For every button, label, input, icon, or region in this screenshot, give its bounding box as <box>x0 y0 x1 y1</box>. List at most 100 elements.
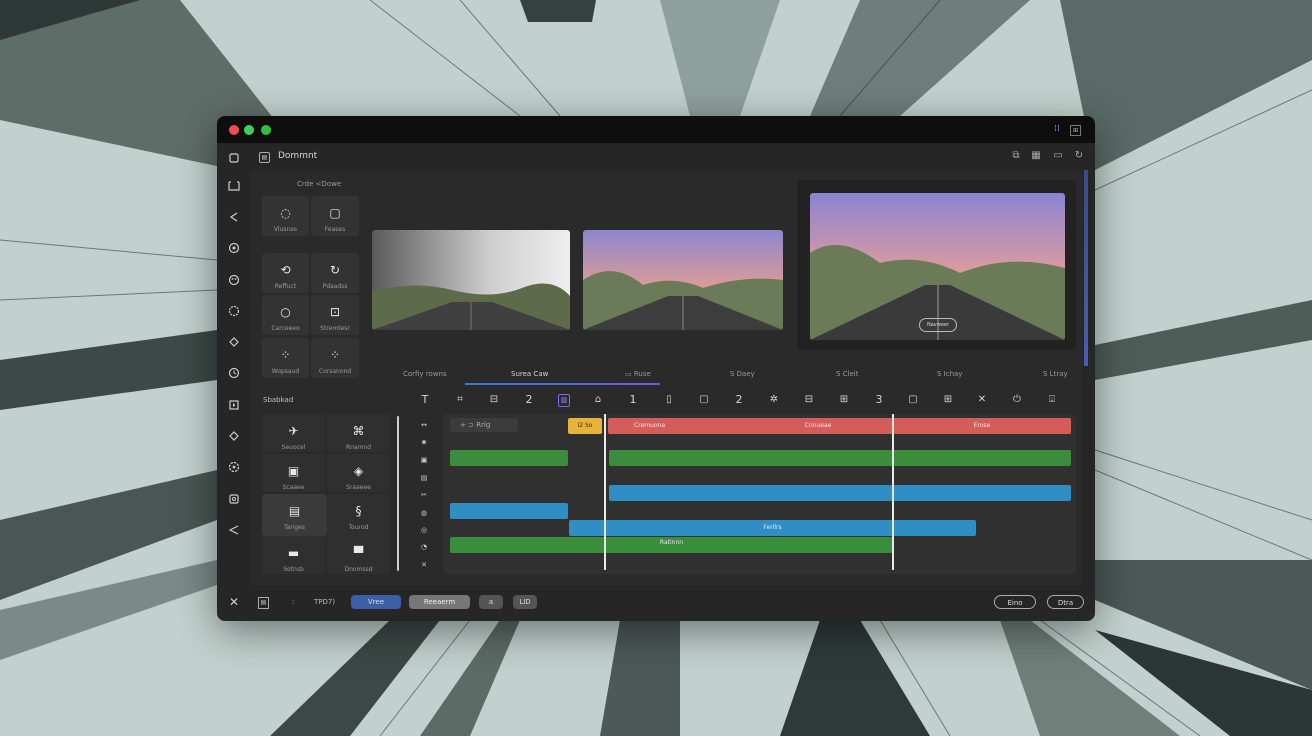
refresh-icon[interactable]: ↻ <box>1072 149 1086 163</box>
effect-tile[interactable]: ✈ Seuocel <box>262 414 325 452</box>
effect-tile[interactable]: ◈ Sraaeee <box>327 454 390 492</box>
back-icon[interactable] <box>227 210 241 224</box>
select-icon[interactable]: ▢ <box>697 393 711 407</box>
split-icon[interactable]: ⊟ <box>487 393 501 407</box>
preview-thumbnail-2[interactable] <box>583 230 783 330</box>
clip-red-2[interactable]: Cnnueae <box>783 418 853 434</box>
square-icon[interactable]: ▢ <box>906 393 920 407</box>
library-tile[interactable]: ▢ Feases <box>311 196 359 236</box>
settings-icon[interactable] <box>227 460 241 474</box>
number-icon[interactable]: 2 <box>522 393 536 407</box>
effect-tile[interactable]: ▬ Sotnsb <box>262 536 325 574</box>
mask-icon: § <box>355 504 362 518</box>
effect-tile[interactable]: ⌘ Rnamnd <box>327 414 390 452</box>
effect-tile[interactable]: ▤ Tariges <box>262 494 327 536</box>
image-icon[interactable] <box>227 492 241 506</box>
number-icon[interactable]: 3 <box>872 393 886 407</box>
effect-tile[interactable]: ▀ Dnomssd <box>327 536 390 574</box>
cog-icon[interactable] <box>227 304 241 318</box>
cross-icon[interactable]: ✕ <box>417 558 431 572</box>
effect-tile[interactable]: § Tourod <box>327 494 390 536</box>
text-icon[interactable]: T <box>418 393 432 407</box>
player-button[interactable]: Navweer <box>919 318 957 332</box>
secondary-button[interactable]: Reeaerm <box>409 595 470 609</box>
brand-icon[interactable]: ✕ <box>227 595 241 609</box>
small-button-a[interactable]: a <box>479 595 503 609</box>
tab-corfiy[interactable]: Corfiy rowns <box>403 370 447 378</box>
small-button-lid[interactable]: LID <box>513 595 537 609</box>
clip-red-3[interactable]: Erose <box>893 418 1071 434</box>
library-tile[interactable]: ⁘ Wopsaud <box>262 338 309 378</box>
square-icon[interactable] <box>227 151 241 165</box>
record-icon[interactable] <box>227 273 241 287</box>
menu-icon[interactable]: ▭ <box>1051 149 1065 163</box>
clip-blue-2[interactable] <box>450 503 568 519</box>
library-tile[interactable]: ○ Carceeeo <box>262 295 309 335</box>
refresh-circle-icon: ↻ <box>329 263 341 277</box>
library-tile[interactable]: ⁘ Corsanond <box>311 338 359 378</box>
tab-ruse[interactable]: ▭ Ruse <box>625 370 651 378</box>
timecode: TPD7) <box>314 598 336 606</box>
mute-icon[interactable]: ◔ <box>417 540 431 554</box>
library-tile[interactable]: ⊡ Stremtesr <box>311 295 359 335</box>
footer-button-2[interactable]: Dtra <box>1047 595 1084 609</box>
library-tile[interactable]: ↻ Pdaadss <box>311 253 359 293</box>
download-icon[interactable]: ⏻ <box>1010 393 1024 407</box>
crop-icon[interactable]: ⌗ <box>453 393 467 407</box>
tab-underline <box>465 383 660 385</box>
play-circle-icon[interactable] <box>227 241 241 255</box>
close-window-button[interactable] <box>229 125 239 135</box>
diamond-outline-icon[interactable] <box>227 429 241 443</box>
upload-icon[interactable]: ⍗ <box>1045 393 1059 407</box>
footer-button-1[interactable]: Eino <box>994 595 1036 609</box>
preview-thumbnail-1[interactable] <box>372 230 570 330</box>
arrows-icon[interactable]: ↔ <box>417 418 431 432</box>
folder-icon[interactable] <box>227 179 241 193</box>
clock-icon[interactable] <box>227 366 241 380</box>
tab-daey[interactable]: S Daey <box>730 370 755 378</box>
grid-icon[interactable]: ▦ <box>1029 149 1043 163</box>
effects-scrollbar[interactable] <box>397 416 399 571</box>
mic-icon[interactable]: ▤ <box>417 471 431 485</box>
tab-ltray[interactable]: S Ltray <box>1043 370 1068 378</box>
audio-icon[interactable]: ▣ <box>417 453 431 467</box>
effect-tile[interactable]: ▣ Scaaee <box>262 454 325 492</box>
clip-yellow[interactable]: I2 So <box>568 418 602 434</box>
effects-icon[interactable]: ✲ <box>767 393 781 407</box>
tab-cleit[interactable]: S Cleit <box>836 370 859 378</box>
library-tile[interactable]: ⟲ Reffuct <box>262 253 309 293</box>
clip-green-3[interactable]: Ratinnn <box>450 537 893 553</box>
maximize-window-button[interactable] <box>261 125 271 135</box>
scissors-icon[interactable]: ✂ <box>417 488 431 502</box>
layout-icon[interactable]: ⧉ <box>1009 149 1023 163</box>
number-icon[interactable]: 1 <box>626 393 640 407</box>
marker-icon[interactable]: ▯ <box>662 393 676 407</box>
clip-green-1[interactable] <box>450 450 568 466</box>
tab-surea[interactable]: Surea Caw <box>511 370 548 378</box>
lock-icon[interactable]: ◍ <box>417 506 431 520</box>
playhead[interactable] <box>604 414 606 570</box>
clip-blue-1[interactable] <box>609 485 1071 501</box>
sun-icon[interactable]: ✷ <box>417 436 431 450</box>
send-icon[interactable] <box>227 523 241 537</box>
primary-button[interactable]: Vree <box>351 595 401 609</box>
fullscreen-icon[interactable]: ⊞ <box>1070 125 1081 136</box>
clip-green-2[interactable] <box>609 450 1071 466</box>
number-icon[interactable]: 2 <box>732 393 746 407</box>
library-tile[interactable]: ◌ Vlusnes <box>262 196 309 236</box>
close-icon[interactable]: ✕ <box>975 393 989 407</box>
transition-icon[interactable]: ⊟ <box>802 393 816 407</box>
minimize-window-button[interactable] <box>244 125 254 135</box>
link-icon[interactable]: ⌂ <box>591 393 605 407</box>
eye-icon[interactable]: ◎ <box>417 523 431 537</box>
split-view-icon[interactable]: ⁞⁞ <box>1051 123 1063 135</box>
diamond-icon[interactable] <box>227 335 241 349</box>
export-icon[interactable] <box>227 398 241 412</box>
add-track-button[interactable]: + ⊃ Rrlg <box>450 418 518 432</box>
clip-blue-3[interactable]: Ferllrs <box>569 520 976 536</box>
table-icon[interactable]: ⊞ <box>941 393 955 407</box>
tab-ichay[interactable]: S Ichay <box>937 370 962 378</box>
grid-icon[interactable]: ⊞ <box>837 393 851 407</box>
cut-icon[interactable]: ▥ <box>558 394 570 407</box>
file-icon[interactable]: ▤ <box>258 597 269 609</box>
